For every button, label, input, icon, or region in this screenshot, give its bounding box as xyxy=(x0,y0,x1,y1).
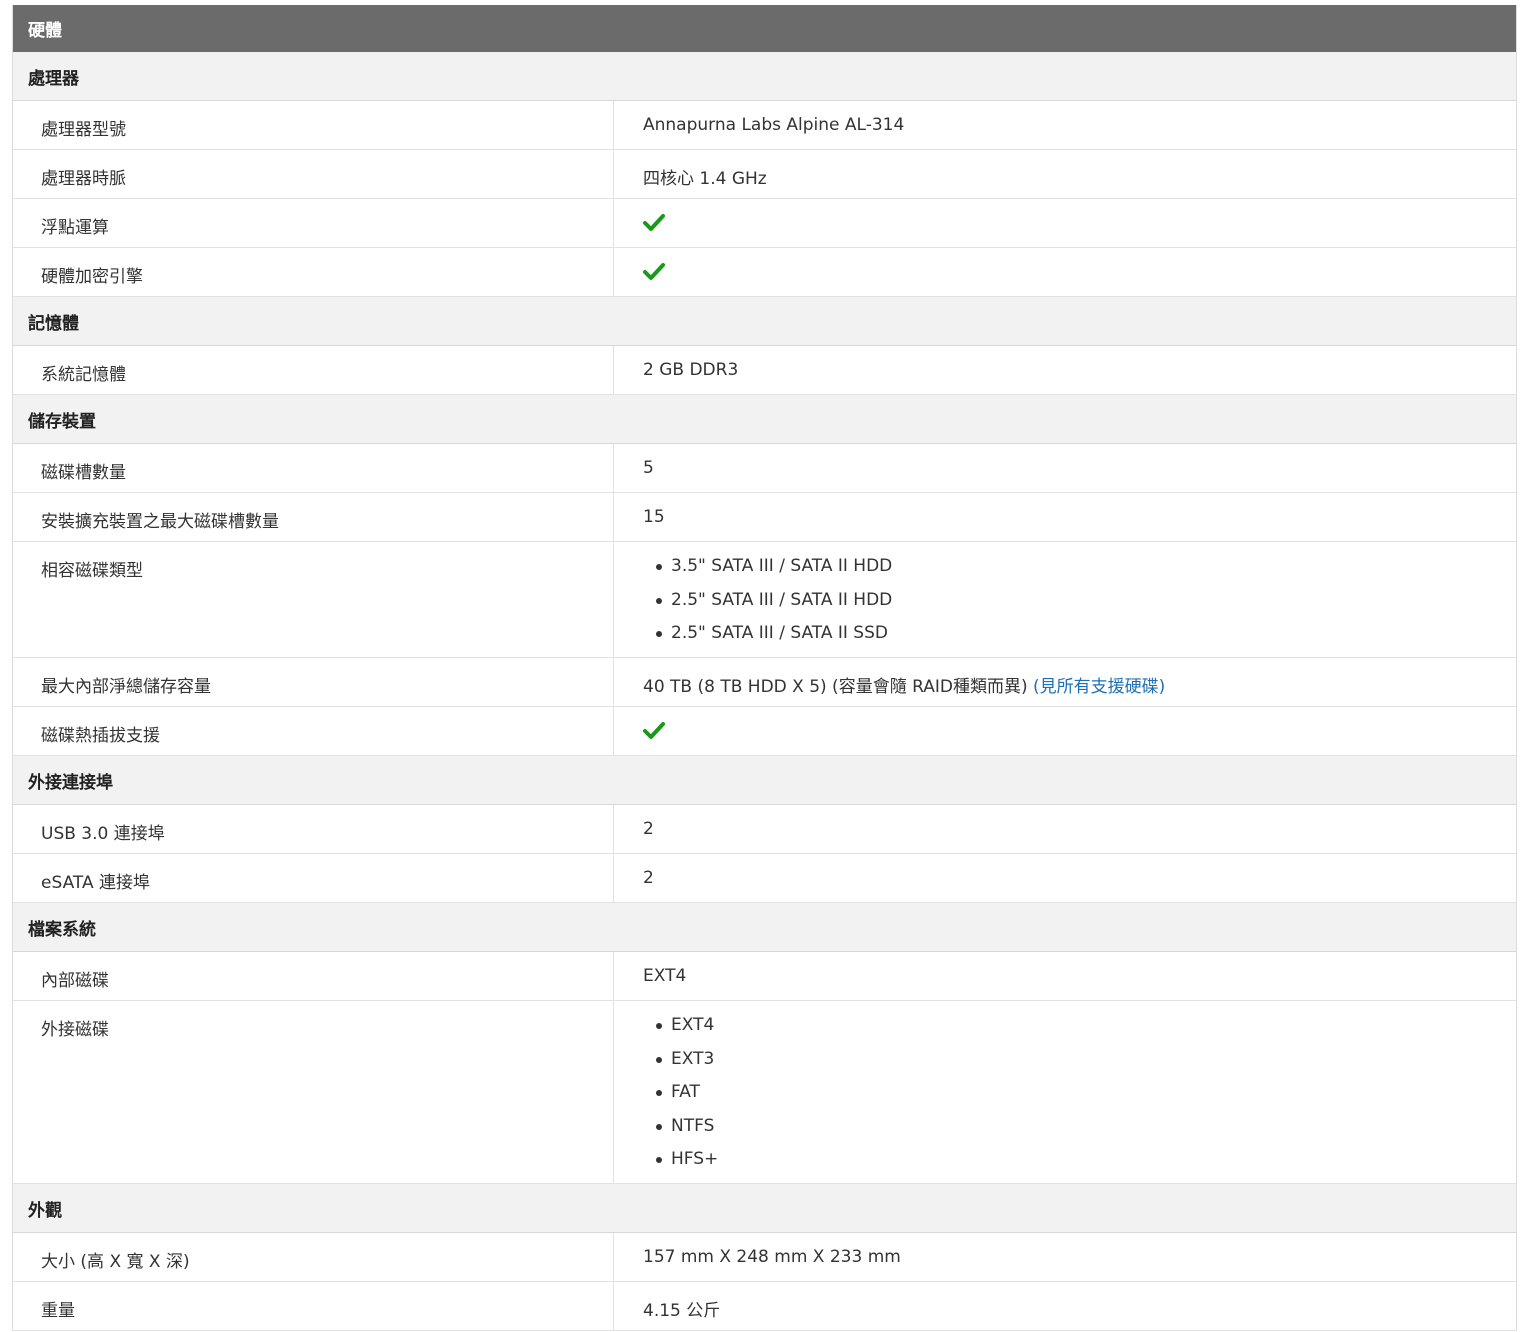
section-storage: 儲存裝置 xyxy=(13,395,1516,444)
table-row: 最大內部淨總儲存容量 40 TB (8 TB HDD X 5) (容量會隨 RA… xyxy=(13,658,1516,707)
table-row: eSATA 連接埠 2 xyxy=(13,854,1516,903)
table-row: 處理器時脈 四核心 1.4 GHz xyxy=(13,150,1516,199)
list-item: NTFS xyxy=(643,1116,1516,1150)
row-label: 安裝擴充裝置之最大磁碟槽數量 xyxy=(13,493,614,541)
table-row: 磁碟熱插拔支援 xyxy=(13,707,1516,756)
row-value: 40 TB (8 TB HDD X 5) (容量會隨 RAID種類而異) (見所… xyxy=(614,658,1516,706)
list-item: 3.5" SATA III / SATA II HDD xyxy=(643,556,1516,590)
table-row: 安裝擴充裝置之最大磁碟槽數量 15 xyxy=(13,493,1516,542)
table-row: 重量 4.15 公斤 xyxy=(13,1282,1516,1331)
table-row: 大小 (高 X 寬 X 深) 157 mm X 248 mm X 233 mm xyxy=(13,1233,1516,1282)
section-processor: 處理器 xyxy=(13,52,1516,101)
row-label: 處理器時脈 xyxy=(13,150,614,198)
table-row: USB 3.0 連接埠 2 xyxy=(13,805,1516,854)
row-value: 5 xyxy=(643,458,654,478)
row-label: 重量 xyxy=(13,1282,614,1330)
row-label: eSATA 連接埠 xyxy=(13,854,614,902)
section-ports: 外接連接埠 xyxy=(13,756,1516,805)
row-label: USB 3.0 連接埠 xyxy=(13,805,614,853)
table-row: 系統記憶體 2 GB DDR3 xyxy=(13,346,1516,395)
row-value: 3.5" SATA III / SATA II HDD 2.5" SATA II… xyxy=(614,542,1516,657)
section-appearance: 外觀 xyxy=(13,1184,1516,1233)
row-value: 15 xyxy=(643,507,665,527)
table-row: 內部磁碟 EXT4 xyxy=(13,952,1516,1001)
list-item: HFS+ xyxy=(643,1149,1516,1183)
table-row: 硬體加密引擎 xyxy=(13,248,1516,297)
row-label: 浮點運算 xyxy=(13,199,614,247)
checkmark-icon xyxy=(643,214,665,231)
row-label: 磁碟熱插拔支援 xyxy=(13,707,614,755)
filesystem-list: EXT4 EXT3 FAT NTFS HFS+ xyxy=(643,1015,1516,1183)
table-row: 處理器型號 Annapurna Labs Alpine AL-314 xyxy=(13,101,1516,150)
table-row: 磁碟槽數量 5 xyxy=(13,444,1516,493)
list-item: 2.5" SATA III / SATA II HDD xyxy=(643,590,1516,624)
supported-drives-link[interactable]: (見所有支援硬碟) xyxy=(1033,677,1165,697)
row-label: 最大內部淨總儲存容量 xyxy=(13,658,614,706)
row-label: 硬體加密引擎 xyxy=(13,248,614,296)
row-label: 外接磁碟 xyxy=(13,1001,614,1183)
capacity-text: 40 TB (8 TB HDD X 5) (容量會隨 RAID種類而異) xyxy=(643,677,1028,697)
section-filesystem: 檔案系統 xyxy=(13,903,1516,952)
list-item: FAT xyxy=(643,1082,1516,1116)
row-value: 157 mm X 248 mm X 233 mm xyxy=(643,1247,901,1267)
row-value: Annapurna Labs Alpine AL-314 xyxy=(643,115,905,135)
table-row: 相容磁碟類型 3.5" SATA III / SATA II HDD 2.5" … xyxy=(13,542,1516,658)
row-label: 處理器型號 xyxy=(13,101,614,149)
row-value: 2 xyxy=(643,868,654,888)
checkmark-icon xyxy=(643,722,665,739)
row-value xyxy=(614,707,1516,755)
row-label: 相容磁碟類型 xyxy=(13,542,614,657)
table-title: 硬體 xyxy=(13,5,1516,52)
hardware-spec-table: 硬體 處理器 處理器型號 Annapurna Labs Alpine AL-31… xyxy=(12,5,1517,1331)
disk-type-list: 3.5" SATA III / SATA II HDD 2.5" SATA II… xyxy=(643,556,1516,657)
row-value: 2 xyxy=(643,819,654,839)
row-label: 內部磁碟 xyxy=(13,952,614,1000)
row-value xyxy=(614,248,1516,296)
table-row: 外接磁碟 EXT4 EXT3 FAT NTFS HFS+ xyxy=(13,1001,1516,1184)
row-value: EXT4 EXT3 FAT NTFS HFS+ xyxy=(614,1001,1516,1183)
row-value: 4.15 公斤 xyxy=(643,1301,721,1321)
row-label: 大小 (高 X 寬 X 深) xyxy=(13,1233,614,1281)
row-label: 系統記憶體 xyxy=(13,346,614,394)
row-value: 2 GB DDR3 xyxy=(643,360,739,380)
checkmark-icon xyxy=(643,263,665,280)
row-value: EXT4 xyxy=(643,966,687,986)
row-value: 四核心 1.4 GHz xyxy=(643,169,767,189)
list-item: 2.5" SATA III / SATA II SSD xyxy=(643,623,1516,657)
row-value xyxy=(614,199,1516,247)
list-item: EXT4 xyxy=(643,1015,1516,1049)
table-row: 浮點運算 xyxy=(13,199,1516,248)
row-label: 磁碟槽數量 xyxy=(13,444,614,492)
list-item: EXT3 xyxy=(643,1049,1516,1083)
section-memory: 記憶體 xyxy=(13,297,1516,346)
